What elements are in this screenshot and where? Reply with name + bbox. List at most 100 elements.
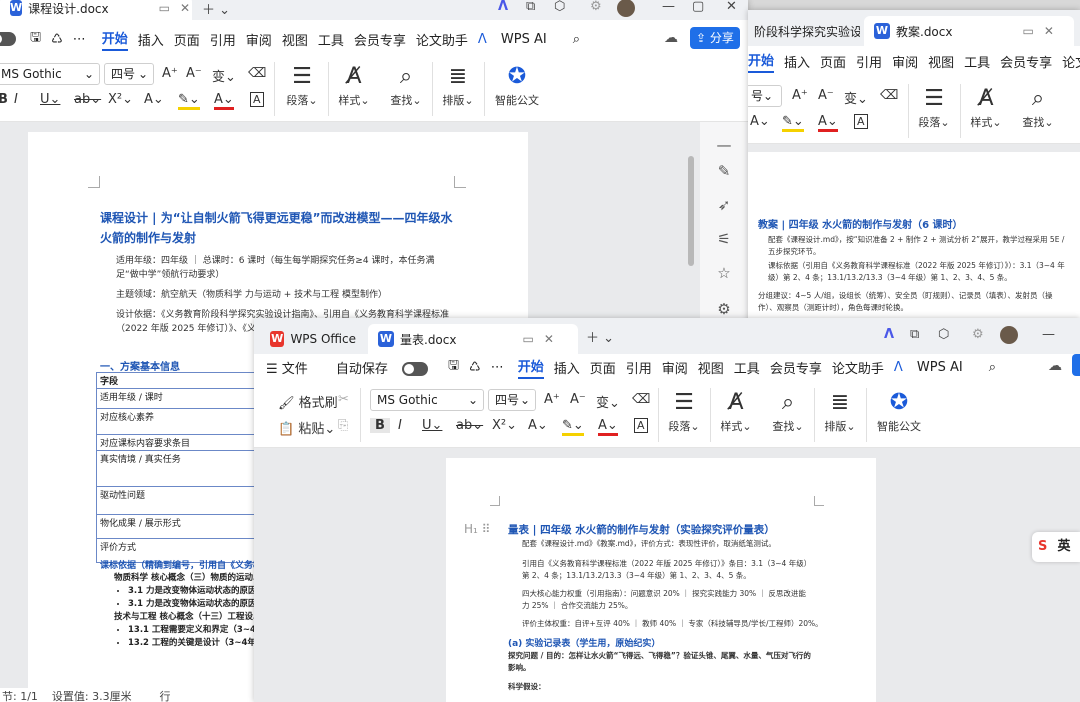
- maximize-icon[interactable]: ▢: [692, 0, 704, 14]
- char-border-icon[interactable]: A: [634, 418, 648, 433]
- italic-icon[interactable]: I: [14, 92, 18, 107]
- menu-review[interactable]: 审阅: [246, 30, 272, 49]
- menu-insert[interactable]: 插入: [784, 52, 810, 71]
- tab-jiaoan[interactable]: W 教案.docx ▭ ✕: [864, 16, 1074, 46]
- autosave-toggle[interactable]: [401, 362, 428, 376]
- highlight-icon[interactable]: ✎⌄: [562, 418, 584, 436]
- menu-reference[interactable]: 引用: [210, 30, 236, 49]
- pen-icon[interactable]: ✎: [712, 162, 736, 180]
- menu-wps-ai[interactable]: Ʌ WPS AI: [478, 32, 557, 47]
- menu-page[interactable]: 页面: [174, 30, 200, 49]
- underline-icon[interactable]: U⌄: [422, 418, 442, 433]
- autosave[interactable]: 自动保存: [336, 358, 438, 377]
- menu-page[interactable]: 页面: [590, 358, 616, 377]
- style-button[interactable]: A̸ 样式⌄: [716, 388, 756, 434]
- collapse-icon[interactable]: —: [712, 136, 736, 154]
- find-button[interactable]: ⌕ 查找⌄: [386, 62, 426, 108]
- text-effect-icon[interactable]: A⌄: [144, 92, 164, 107]
- eraser-icon[interactable]: ⌫: [248, 66, 266, 81]
- font-color-icon[interactable]: A⌄: [214, 92, 234, 110]
- highlight-icon[interactable]: ✎⌄: [782, 114, 804, 132]
- highlight-icon[interactable]: ✎⌄: [178, 92, 200, 110]
- multiwindow-icon[interactable]: ⧉: [910, 327, 919, 342]
- eraser-icon[interactable]: ⌫: [632, 392, 650, 407]
- menu-view[interactable]: 视图: [928, 52, 954, 71]
- paragraph-button[interactable]: ☰ 段落⌄: [282, 62, 322, 108]
- avatar[interactable]: [1000, 326, 1018, 344]
- char-border-icon[interactable]: A: [854, 114, 868, 129]
- text-effect-icon[interactable]: A⌄: [528, 418, 548, 433]
- menu-thesis[interactable]: 论文助手: [832, 358, 884, 377]
- menu-member[interactable]: 会员专享: [770, 358, 822, 377]
- tool-icon[interactable]: ⚙: [712, 300, 736, 318]
- input-method-widget[interactable]: S 英: [1032, 532, 1080, 562]
- font-name-select[interactable]: MS Gothic ⌄: [0, 63, 100, 85]
- menu-view[interactable]: 视图: [282, 30, 308, 49]
- bold-icon[interactable]: B: [370, 418, 390, 433]
- tab-kechengsheji[interactable]: W 课程设计.docx ▭ ✕: [0, 0, 192, 20]
- cube-icon[interactable]: ⬡: [938, 327, 949, 342]
- smart-doc-button[interactable]: ✪ 智能公文: [490, 62, 544, 108]
- menu-tools[interactable]: 工具: [964, 52, 990, 71]
- cloud-icon[interactable]: ☁: [1048, 358, 1062, 374]
- menu-thesis[interactable]: 论文助手: [416, 30, 468, 49]
- save-icon[interactable]: 🖫: [448, 356, 459, 378]
- menu-member[interactable]: 会员专享: [354, 30, 406, 49]
- menu-reference[interactable]: 引用: [626, 358, 652, 377]
- copy-icon[interactable]: ⎘: [338, 418, 348, 433]
- pointer-icon[interactable]: ➶: [712, 196, 736, 214]
- minimize-icon[interactable]: —: [662, 0, 675, 14]
- multiwindow-icon[interactable]: ⧉: [526, 0, 535, 14]
- menu-page[interactable]: 页面: [820, 52, 846, 71]
- layout-button[interactable]: ≣ 排版⌄: [438, 62, 478, 108]
- link-icon[interactable]: ♺: [469, 360, 481, 375]
- style-button[interactable]: A̸ 样式⌄: [334, 62, 374, 108]
- tab-liangbiao[interactable]: W 量表.docx ▭ ✕: [368, 324, 578, 354]
- menu-review[interactable]: 审阅: [892, 52, 918, 71]
- autosave-toggle[interactable]: [0, 32, 16, 46]
- eraser-icon[interactable]: ⌫: [880, 88, 898, 103]
- paste-button[interactable]: 📋 粘贴⌄: [278, 418, 335, 437]
- new-tab-button[interactable]: ＋ ⌄: [586, 327, 614, 346]
- star-icon[interactable]: ☆: [712, 264, 736, 282]
- cloud-icon[interactable]: ☁: [664, 30, 678, 46]
- wps-ai-logo-icon[interactable]: Ʌ: [884, 327, 894, 342]
- menu-thesis[interactable]: 论文助手: [1062, 52, 1080, 71]
- font-color-icon[interactable]: A⌄: [598, 418, 618, 436]
- paragraph-button[interactable]: ☰ 段落⌄: [914, 84, 954, 130]
- italic-icon[interactable]: I: [398, 418, 402, 433]
- menu-review[interactable]: 审阅: [662, 358, 688, 377]
- close-tab-icon[interactable]: ✕: [180, 1, 190, 15]
- menu-insert[interactable]: 插入: [138, 30, 164, 49]
- window-icon[interactable]: ▭: [159, 1, 170, 15]
- format-painter-button[interactable]: 🖌 格式刷: [278, 392, 338, 411]
- menu-view[interactable]: 视图: [698, 358, 724, 377]
- grow-font-icon[interactable]: A⁺: [162, 66, 178, 81]
- settings-gear-icon[interactable]: ⚙: [590, 0, 602, 14]
- char-border-icon[interactable]: A: [250, 92, 264, 107]
- strikethrough-icon[interactable]: ab⌄: [456, 418, 483, 433]
- close-tab-icon[interactable]: ✕: [1044, 24, 1054, 38]
- font-size-select[interactable]: 号⌄: [748, 85, 782, 107]
- shrink-font-icon[interactable]: A⁻: [818, 88, 834, 103]
- grow-font-icon[interactable]: A⁺: [792, 88, 808, 103]
- strikethrough-icon[interactable]: ab⌄: [74, 92, 101, 107]
- save-icon[interactable]: 🖫: [30, 28, 41, 50]
- shrink-font-icon[interactable]: A⁻: [570, 392, 586, 407]
- phonetic-icon[interactable]: 变⌄: [212, 66, 236, 85]
- link-icon[interactable]: ♺: [51, 32, 63, 47]
- window-icon[interactable]: ▭: [1022, 24, 1033, 38]
- font-color-icon[interactable]: A⌄: [818, 114, 838, 132]
- more-icon[interactable]: ⋯: [73, 32, 86, 47]
- menu-insert[interactable]: 插入: [554, 358, 580, 377]
- font-size-select[interactable]: 四号 ⌄: [488, 389, 536, 411]
- cube-icon[interactable]: ⬡: [554, 0, 565, 14]
- share-button[interactable]: ⇪ 分享: [690, 27, 740, 49]
- shrink-font-icon[interactable]: A⁻: [186, 66, 202, 81]
- superscript-icon[interactable]: X²⌄: [108, 92, 133, 107]
- grow-font-icon[interactable]: A⁺: [544, 392, 560, 407]
- search-icon[interactable]: ⌕: [573, 32, 580, 47]
- font-name-select[interactable]: MS Gothic ⌄: [370, 389, 484, 411]
- menu-member[interactable]: 会员专享: [1000, 52, 1052, 71]
- heading-handle-icon[interactable]: H₁ ⠿: [464, 522, 490, 536]
